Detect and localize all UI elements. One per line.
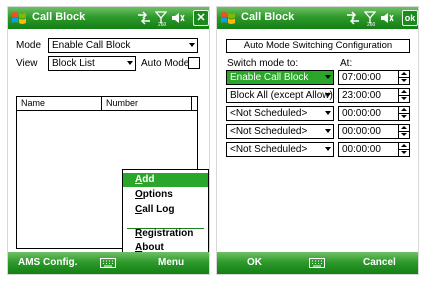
mode-label: Mode <box>16 40 42 51</box>
schedule-time-value: 07:00:00 <box>342 72 381 83</box>
mode-select-value: Enable Call Block <box>52 40 131 51</box>
chevron-down-icon <box>325 93 331 97</box>
switch-mode-label: Switch mode to: <box>227 58 299 69</box>
view-select-value: Block List <box>52 58 95 69</box>
title-bar: Call Block 260 ✕ <box>8 7 209 29</box>
schedule-time-value: 00:00:00 <box>342 108 381 119</box>
schedule-mode-value: <Not Scheduled> <box>230 144 308 155</box>
schedule-time-value: 00:00:00 <box>342 144 381 155</box>
schedule-time-field[interactable]: 23:00:00 <box>338 88 410 103</box>
column-header-name[interactable]: Name <box>17 97 102 110</box>
arrow-down-icon <box>401 115 407 118</box>
time-spinner[interactable] <box>398 125 409 138</box>
signal-strength-label: 260 <box>158 22 167 28</box>
auto-mode-checkbox[interactable] <box>188 57 200 69</box>
close-button[interactable]: ✕ <box>193 10 209 26</box>
chevron-down-icon <box>325 147 331 151</box>
menu-mnemonic: O <box>135 189 143 200</box>
schedule-mode-select[interactable]: <Not Scheduled> <box>226 124 334 139</box>
chevron-down-icon <box>325 75 331 79</box>
time-spinner[interactable] <box>398 71 409 84</box>
softkey-right-cancel[interactable]: Cancel <box>363 257 396 268</box>
menu-item-label: ptions <box>142 189 173 200</box>
list-header: Name Number <box>17 97 197 111</box>
windows-start-icon[interactable] <box>220 10 236 26</box>
schedule-mode-select[interactable]: Block All (except Allow) <box>226 88 334 103</box>
connectivity-icon[interactable] <box>346 11 360 25</box>
chevron-down-icon <box>325 129 331 133</box>
arrow-up-icon <box>401 90 407 93</box>
title-bar: Call Block 260 ok <box>217 7 418 29</box>
softkey-left-ams-config[interactable]: AMS Config. <box>18 257 77 268</box>
arrow-up-icon <box>401 126 407 129</box>
at-label: At: <box>340 58 353 69</box>
time-spinner[interactable] <box>398 89 409 102</box>
window-title: Call Block <box>241 11 295 23</box>
keyboard-icon[interactable] <box>100 258 116 268</box>
softkey-bar: OK Cancel <box>217 252 418 274</box>
view-select[interactable]: Block List <box>48 56 136 71</box>
view-label: View <box>16 58 38 69</box>
chevron-down-icon <box>127 61 133 65</box>
softkey-bar: AMS Config. Menu <box>8 252 209 274</box>
schedule-time-field[interactable]: 00:00:00 <box>338 124 410 139</box>
keyboard-icon[interactable] <box>309 258 325 268</box>
schedule-mode-select[interactable]: <Not Scheduled> <box>226 106 334 121</box>
volume-icon[interactable] <box>171 11 185 25</box>
menu-item-call-log[interactable]: Call Log <box>123 203 208 217</box>
arrow-up-icon <box>401 72 407 75</box>
time-spinner[interactable] <box>398 143 409 156</box>
schedule-mode-select[interactable]: <Not Scheduled> <box>226 142 334 157</box>
arrow-down-icon <box>401 97 407 100</box>
arrow-down-icon <box>401 151 407 154</box>
arrow-down-icon <box>401 79 407 82</box>
schedule-time-field[interactable]: 07:00:00 <box>338 70 410 85</box>
schedule-time-field[interactable]: 00:00:00 <box>338 142 410 157</box>
schedule-time-value: 23:00:00 <box>342 90 381 101</box>
arrow-up-icon <box>401 144 407 147</box>
arrow-down-icon <box>401 133 407 136</box>
menu-item-label: all Log <box>142 204 175 215</box>
menu-item-add[interactable]: Add <box>123 173 208 187</box>
schedule-mode-value: <Not Scheduled> <box>230 108 308 119</box>
auto-mode-label: Auto Mode <box>141 58 190 69</box>
popup-menu: Add Options Call Log Registration About <box>122 169 209 255</box>
menu-item-options[interactable]: Options <box>123 188 208 202</box>
schedule-time-value: 00:00:00 <box>342 126 381 137</box>
arrow-up-icon <box>401 108 407 111</box>
schedule-time-field[interactable]: 00:00:00 <box>338 106 410 121</box>
mode-select[interactable]: Enable Call Block <box>48 38 198 53</box>
menu-item-registration[interactable]: Registration <box>123 227 208 241</box>
window-title: Call Block <box>32 11 86 23</box>
softkey-left-ok[interactable]: OK <box>247 257 262 268</box>
chevron-down-icon <box>325 111 331 115</box>
group-title: Auto Mode Switching Configuration <box>226 39 410 53</box>
schedule-mode-value: Block All (except Allow) <box>230 90 333 101</box>
windows-start-icon[interactable] <box>11 10 27 26</box>
signal-strength-label: 260 <box>367 22 376 28</box>
menu-item-label: dd <box>142 174 155 185</box>
volume-icon[interactable] <box>380 11 394 25</box>
softkey-right-menu[interactable]: Menu <box>158 257 184 268</box>
call-block-main-screen: Call Block 260 ✕ Mode Enable Call Block … <box>7 6 210 275</box>
connectivity-icon[interactable] <box>137 11 151 25</box>
ok-title-button[interactable]: ok <box>402 10 418 26</box>
schedule-mode-select[interactable]: Enable Call Block <box>226 70 334 85</box>
schedule-mode-value: <Not Scheduled> <box>230 126 308 137</box>
auto-mode-config-screen: Call Block 260 ok Auto Mode Switching Co… <box>216 6 419 275</box>
chevron-down-icon <box>189 43 195 47</box>
schedule-mode-value: Enable Call Block <box>230 72 309 83</box>
time-spinner[interactable] <box>398 107 409 120</box>
menu-item-label: egistration <box>142 228 194 239</box>
column-header-number[interactable]: Number <box>102 97 192 110</box>
